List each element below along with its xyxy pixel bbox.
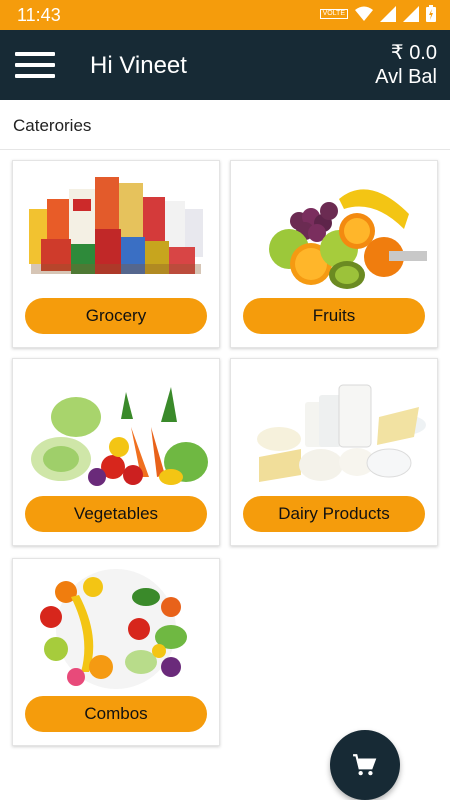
category-card-fruits[interactable]: Fruits [230,160,438,348]
app-bar: Hi Vineet ₹ 0.0 Avl Bal [0,30,450,100]
greeting-title: Hi Vineet [90,52,187,79]
signal-icon [380,5,396,22]
dairy-products-button[interactable]: Dairy Products [243,496,425,532]
signal-icon [403,5,419,22]
balance-display: ₹ 0.0 Avl Bal [375,41,437,89]
category-card-dairy-products[interactable]: Dairy Products [230,358,438,546]
status-icons: VOLTE [319,5,436,22]
divider [0,149,450,150]
status-bar: 11:43 VOLTE [0,0,450,30]
fruits-image [269,189,427,289]
cart-icon [353,754,377,776]
status-time: 11:43 [17,5,61,25]
grocery-products-image [29,177,203,274]
vegetables-image [31,387,208,486]
category-card-combos[interactable]: Combos [12,558,220,746]
app-screen: 11:43 VOLTE Hi Vineet ₹ 0.0 Avl Bal Cate… [0,0,450,800]
combos-button[interactable]: Combos [25,696,207,732]
balance-label: Avl Bal [375,66,437,88]
balance-amount: ₹ 0.0 [390,42,437,64]
battery-icon [426,5,436,22]
vegetables-button[interactable]: Vegetables [25,496,207,532]
combos-image [40,569,187,689]
section-title: Caterories [13,116,92,135]
menu-icon[interactable] [15,52,55,80]
category-card-vegetables[interactable]: Vegetables [12,358,220,546]
category-card-grocery[interactable]: Grocery [12,160,220,348]
dairy-products-image [257,384,426,482]
volte-badge-icon: VOLTE [319,8,348,19]
cart-fab-button[interactable] [330,730,400,800]
fruits-button[interactable]: Fruits [243,298,425,334]
grocery-button[interactable]: Grocery [25,298,207,334]
wifi-icon [355,6,373,21]
